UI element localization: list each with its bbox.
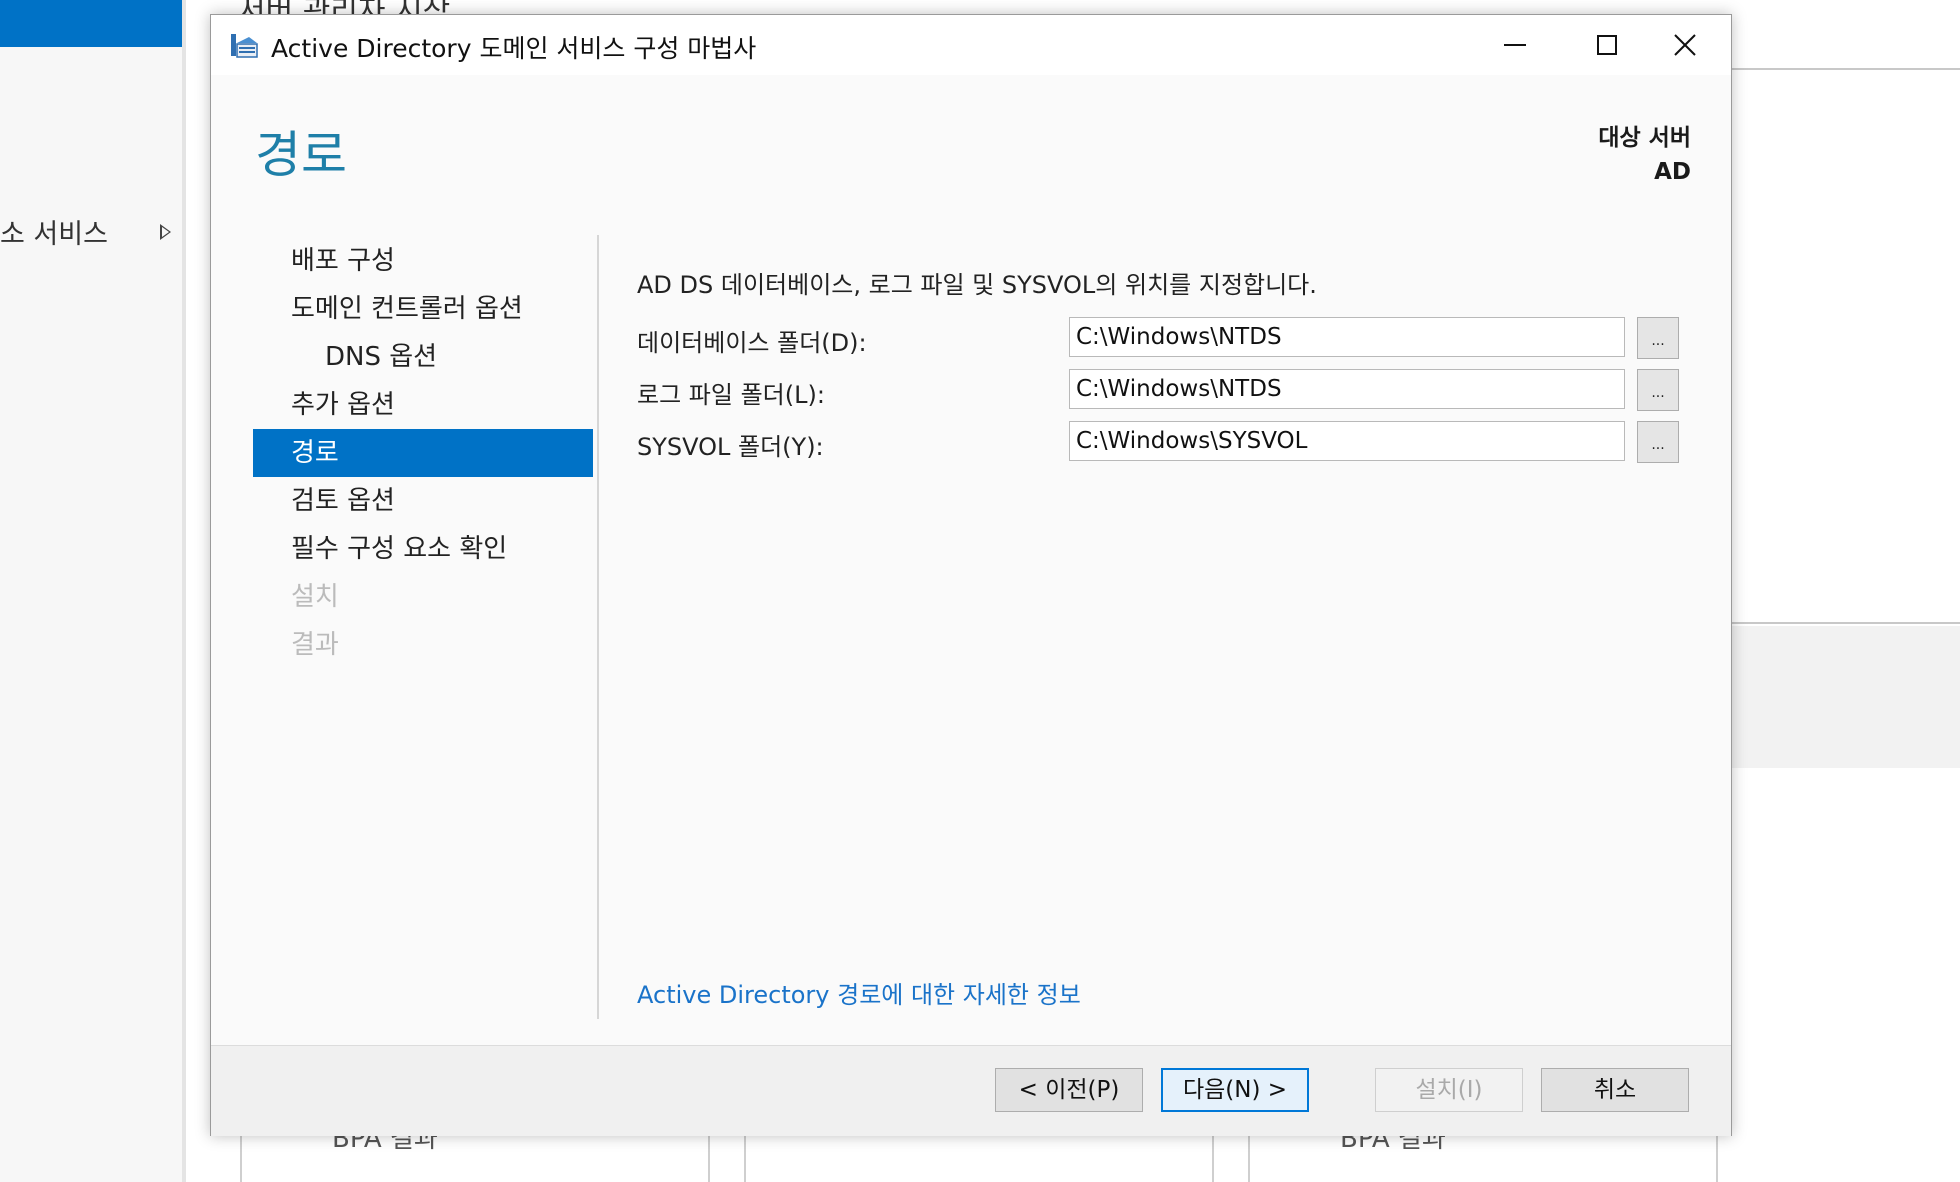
- sysvol-folder-input[interactable]: C:\Windows\SYSVOL: [1069, 421, 1625, 461]
- background-line: [1731, 68, 1960, 70]
- database-folder-browse-button[interactable]: ...: [1637, 317, 1679, 359]
- database-folder-input[interactable]: C:\Windows\NTDS: [1069, 317, 1625, 357]
- button-bar: < 이전(P) 다음(N) > 설치(I) 취소: [211, 1045, 1731, 1136]
- background-tile: [1248, 1130, 1718, 1182]
- target-server-value: AD: [1654, 159, 1691, 185]
- step-installation: 설치: [291, 582, 339, 612]
- background-panel: [1731, 626, 1960, 768]
- background-nav-item[interactable]: 소 서비스: [0, 212, 108, 251]
- background-divider: [182, 0, 186, 1182]
- database-folder-label: 데이터베이스 폴더(D):: [637, 329, 867, 357]
- step-results: 결과: [291, 630, 339, 660]
- target-server: 대상 서버 AD: [1598, 121, 1691, 189]
- maximize-icon: [1597, 35, 1617, 55]
- cancel-button[interactable]: 취소: [1541, 1068, 1689, 1112]
- previous-button[interactable]: < 이전(P): [995, 1068, 1143, 1112]
- minimize-icon: [1504, 44, 1526, 46]
- server-manager-icon: [231, 34, 258, 58]
- wizard-dialog: Active Directory 도메인 서비스 구성 마법사 경로 대상 서버…: [210, 14, 1732, 1136]
- database-folder-row: 데이터베이스 폴더(D): C:\Windows\NTDS ...: [637, 317, 1697, 361]
- background-tile: [744, 1130, 1214, 1182]
- background-nav-selected: [0, 0, 182, 47]
- log-folder-row: 로그 파일 폴더(L): C:\Windows\NTDS ...: [637, 369, 1697, 413]
- step-paths[interactable]: 경로: [253, 429, 593, 477]
- sysvol-folder-label: SYSVOL 폴더(Y):: [637, 433, 824, 461]
- install-button: 설치(I): [1375, 1068, 1523, 1112]
- log-folder-browse-button[interactable]: ...: [1637, 369, 1679, 411]
- step-review-options[interactable]: 검토 옵션: [253, 477, 593, 525]
- sysvol-folder-row: SYSVOL 폴더(Y): C:\Windows\SYSVOL ...: [637, 421, 1697, 465]
- close-icon: [1674, 34, 1696, 56]
- window-title: Active Directory 도메인 서비스 구성 마법사: [271, 34, 757, 63]
- title-bar[interactable]: Active Directory 도메인 서비스 구성 마법사: [211, 15, 1731, 75]
- step-prerequisites-check[interactable]: 필수 구성 요소 확인: [253, 525, 593, 573]
- nav-separator: [597, 235, 599, 1019]
- background-left-nav: [0, 0, 182, 1182]
- minimize-button[interactable]: [1469, 15, 1561, 75]
- step-dns-options[interactable]: DNS 옵션: [253, 333, 593, 381]
- page-title: 경로: [255, 126, 347, 184]
- background-tile: [240, 1130, 710, 1182]
- wizard-steps: 배포 구성 도메인 컨트롤러 옵션 DNS 옵션 추가 옵션 경로 검토 옵션 …: [253, 237, 593, 669]
- background-line: [1731, 622, 1960, 624]
- step-deployment-configuration[interactable]: 배포 구성: [253, 237, 593, 285]
- target-server-label: 대상 서버: [1598, 125, 1691, 151]
- log-folder-label: 로그 파일 폴더(L):: [637, 381, 825, 409]
- more-info-link[interactable]: Active Directory 경로에 대한 자세한 정보: [637, 975, 1081, 1010]
- sysvol-folder-browse-button[interactable]: ...: [1637, 421, 1679, 463]
- step-domain-controller-options[interactable]: 도메인 컨트롤러 옵션: [253, 285, 593, 333]
- page-description: AD DS 데이터베이스, 로그 파일 및 SYSVOL의 위치를 지정합니다.: [637, 271, 1317, 299]
- step-additional-options[interactable]: 추가 옵션: [253, 381, 593, 429]
- log-folder-input[interactable]: C:\Windows\NTDS: [1069, 369, 1625, 409]
- close-button[interactable]: [1639, 15, 1731, 75]
- next-button[interactable]: 다음(N) >: [1161, 1068, 1309, 1112]
- expand-arrow-icon[interactable]: [160, 224, 171, 240]
